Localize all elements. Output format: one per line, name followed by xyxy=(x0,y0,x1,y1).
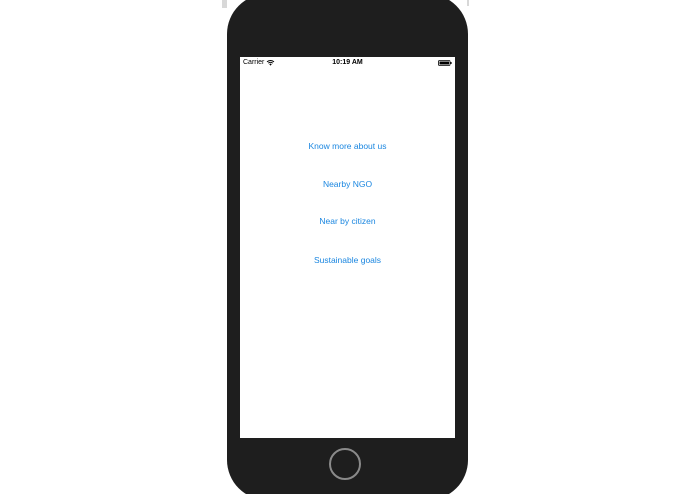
nearby-ngo-button[interactable]: Nearby NGO xyxy=(240,179,455,189)
phone-screen: Carrier 10:19 AM Know more about us Near… xyxy=(240,57,455,438)
status-bar: Carrier 10:19 AM xyxy=(240,57,455,69)
status-time: 10:19 AM xyxy=(332,59,363,66)
window-edge-decoration xyxy=(467,0,469,6)
window-edge-decoration xyxy=(222,0,227,8)
know-more-about-us-button[interactable]: Know more about us xyxy=(240,141,455,151)
home-button[interactable] xyxy=(329,448,361,480)
near-by-citizen-button[interactable]: Near by citizen xyxy=(240,216,455,226)
sustainable-goals-button[interactable]: Sustainable goals xyxy=(240,255,455,265)
simulator-window: Carrier 10:19 AM Know more about us Near… xyxy=(0,0,695,494)
phone-device-frame: Carrier 10:19 AM Know more about us Near… xyxy=(227,0,468,494)
battery-icon xyxy=(438,60,452,66)
